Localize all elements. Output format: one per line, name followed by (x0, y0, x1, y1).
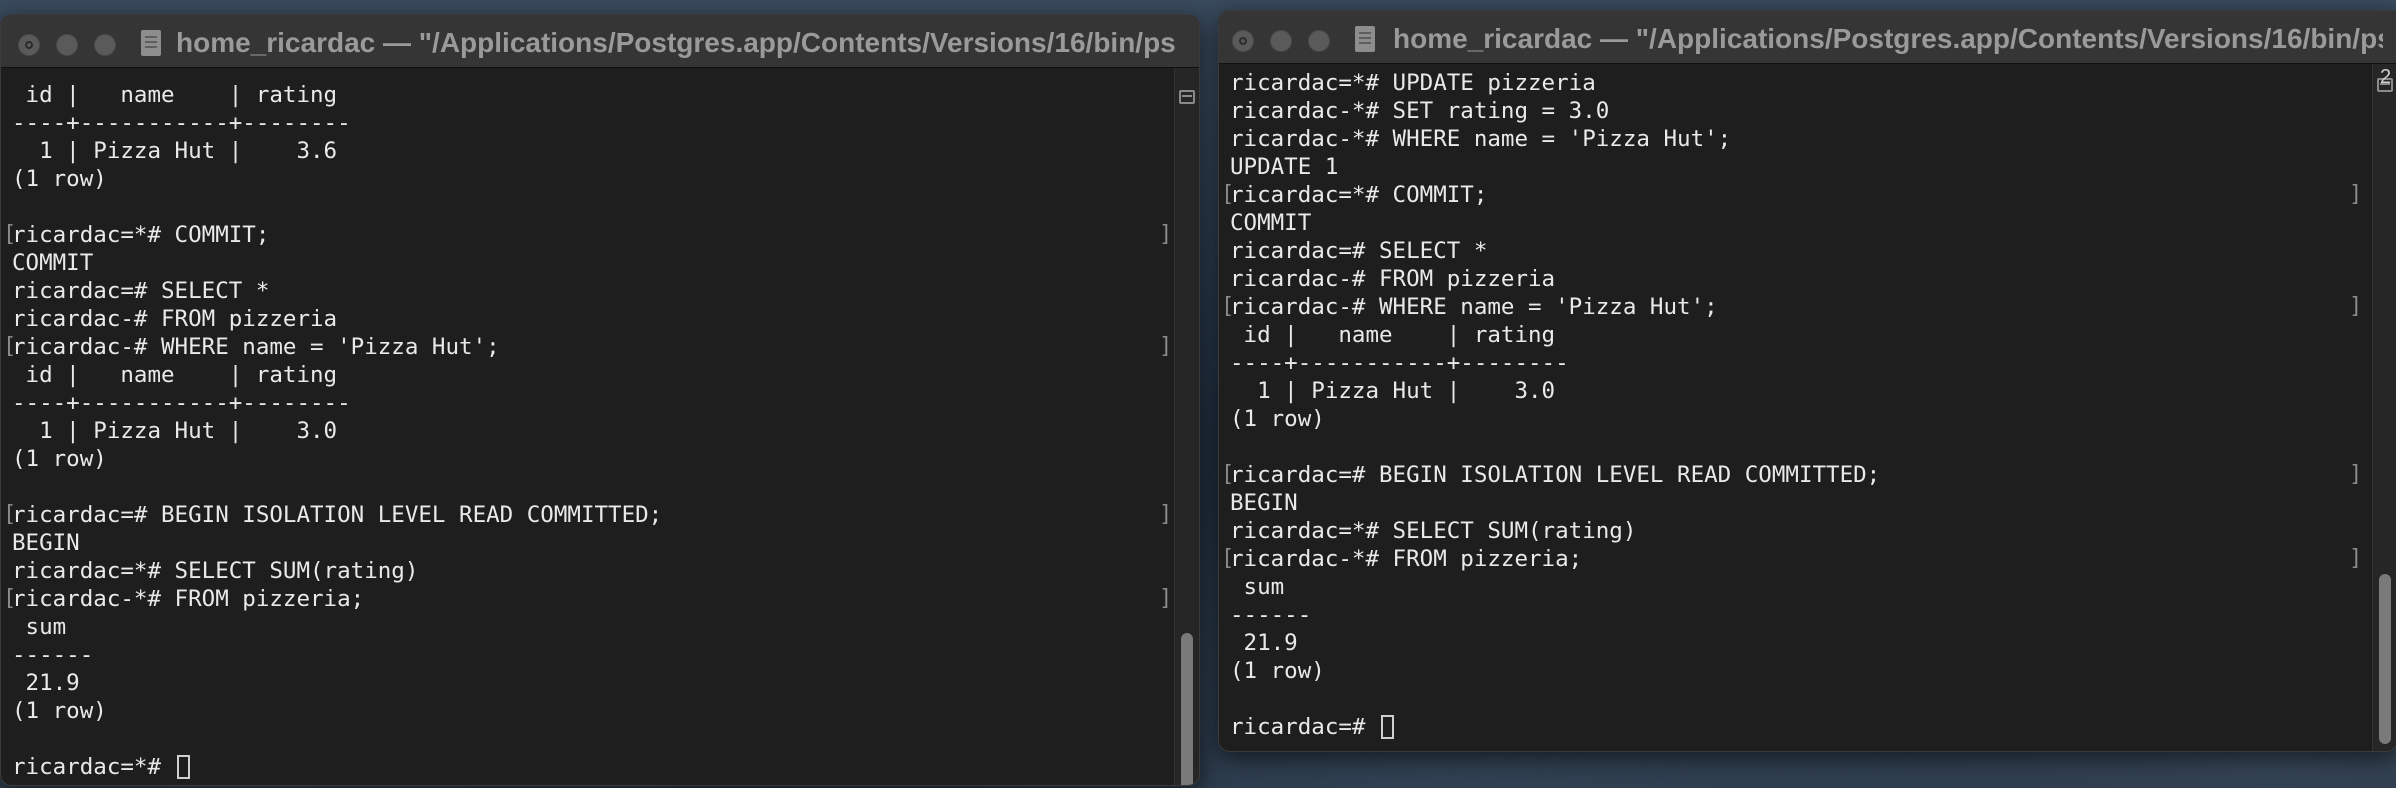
terminal-prompt-line[interactable]: ricardac=*# (12, 753, 190, 781)
terminal-line: (1 row) (12, 166, 107, 192)
terminal-line: sum (1230, 574, 1285, 600)
window-title: home_ricardac — "/Applications/Postgres.… (176, 27, 1176, 58)
scroll-marks-icon[interactable] (1179, 90, 1195, 104)
minimize-button-icon[interactable] (56, 34, 78, 56)
terminal-prompt-line[interactable]: ricardac=# (1230, 713, 1395, 741)
terminal-line: ricardac-*# FROM pizzeria; (1230, 546, 1583, 572)
terminal-window-left[interactable]: home_ricardac — "/Applications/Postgres.… (0, 14, 1200, 786)
window-title: home_ricardac — "/Applications/Postgres.… (1393, 23, 2383, 54)
terminal-line: id | name | rating (1230, 322, 1556, 348)
mark-bracket-right: ] (1159, 586, 1173, 611)
terminal-line: UPDATE 1 (1230, 154, 1339, 180)
terminal-line: ricardac=# SELECT * (12, 278, 270, 304)
terminal-line: (1 row) (1230, 658, 1325, 684)
terminal-line: COMMIT (12, 250, 94, 276)
terminal-line: 1 | Pizza Hut | 3.6 (12, 138, 338, 164)
terminal-line: ----+-----------+-------- (12, 390, 351, 416)
terminal-line: ricardac-# FROM pizzeria (12, 306, 338, 332)
terminal-line: id | name | rating (12, 82, 338, 108)
scrollbar[interactable] (2372, 64, 2396, 751)
close-button-icon[interactable] (1232, 30, 1254, 52)
terminal-line: ricardac=*# SELECT SUM(rating) (12, 558, 419, 584)
terminal-line: BEGIN (12, 530, 80, 556)
terminal-line: 21.9 (1230, 630, 1298, 656)
terminal-content[interactable]: id | name | rating ----+-----------+----… (1, 68, 1175, 785)
terminal-line: ricardac=# BEGIN ISOLATION LEVEL READ CO… (1230, 462, 1881, 488)
terminal-line: ricardac-# WHERE name = 'Pizza Hut'; (12, 334, 500, 360)
zoom-button-icon[interactable] (1308, 30, 1330, 52)
prompt-text: ricardac=*# (12, 754, 175, 780)
mark-bracket-right: ] (2349, 294, 2363, 319)
mark-bracket-right: ] (2349, 546, 2363, 571)
terminal-line: ricardac=*# SELECT SUM(rating) (1230, 518, 1637, 544)
terminal-line: (1 row) (12, 446, 107, 472)
terminal-line: sum (12, 614, 67, 640)
scrollbar-thumb[interactable] (1181, 633, 1193, 785)
terminal-line: ricardac=*# UPDATE pizzeria (1230, 70, 1596, 96)
mark-bracket-right: ] (1159, 222, 1173, 247)
mark-bracket-right: ] (1159, 334, 1173, 359)
window-titlebar[interactable]: home_ricardac — "/Applications/Postgres.… (1219, 11, 2396, 64)
terminal-line: ricardac-*# WHERE name = 'Pizza Hut'; (1230, 126, 1732, 152)
terminal-line: ricardac-*# SET rating = 3.0 (1230, 98, 1610, 124)
terminal-line: ricardac-# WHERE name = 'Pizza Hut'; (1230, 294, 1718, 320)
terminal-line: ------ (12, 642, 94, 668)
mark-bracket-right: ] (2349, 182, 2363, 207)
desktop-background: home_ricardac — "/Applications/Postgres.… (0, 0, 2396, 788)
terminal-line: COMMIT (1230, 210, 1312, 236)
terminal-line: 1 | Pizza Hut | 3.0 (12, 418, 338, 444)
edge-glyph: 2 (2380, 66, 2392, 88)
terminal-line: (1 row) (1230, 406, 1325, 432)
scrollbar-thumb[interactable] (2379, 574, 2391, 744)
terminal-content[interactable]: ricardac=*# UPDATE pizzeria ricardac-*# … (1219, 64, 2373, 751)
window-titlebar[interactable]: home_ricardac — "/Applications/Postgres.… (1, 15, 1199, 68)
prompt-text: ricardac=# (1230, 714, 1380, 740)
terminal-line: id | name | rating (12, 362, 338, 388)
terminal-line: ricardac=# BEGIN ISOLATION LEVEL READ CO… (12, 502, 663, 528)
terminal-line: ------ (1230, 602, 1312, 628)
terminal-line: 1 | Pizza Hut | 3.0 (1230, 378, 1556, 404)
terminal-line: ----+-----------+-------- (12, 110, 351, 136)
close-button-icon[interactable] (18, 34, 40, 56)
document-icon (1355, 26, 1375, 52)
mark-bracket-right: ] (2349, 462, 2363, 487)
terminal-line: ricardac-*# FROM pizzeria; (12, 586, 365, 612)
terminal-line: BEGIN (1230, 490, 1298, 516)
document-icon (141, 30, 161, 56)
mark-bracket-right: ] (1159, 502, 1173, 527)
terminal-line: ricardac=*# COMMIT; (12, 222, 270, 248)
terminal-window-right[interactable]: home_ricardac — "/Applications/Postgres.… (1218, 10, 2396, 752)
zoom-button-icon[interactable] (94, 34, 116, 56)
scrollbar[interactable] (1174, 68, 1199, 785)
terminal-line: (1 row) (12, 698, 107, 724)
terminal-line: ricardac=# SELECT * (1230, 238, 1488, 264)
terminal-line: ricardac-# FROM pizzeria (1230, 266, 1556, 292)
text-cursor (176, 755, 190, 779)
minimize-button-icon[interactable] (1270, 30, 1292, 52)
terminal-line: ----+-----------+-------- (1230, 350, 1569, 376)
terminal-line: ricardac=*# COMMIT; (1230, 182, 1488, 208)
terminal-line: 21.9 (12, 670, 80, 696)
text-cursor (1381, 715, 1395, 739)
